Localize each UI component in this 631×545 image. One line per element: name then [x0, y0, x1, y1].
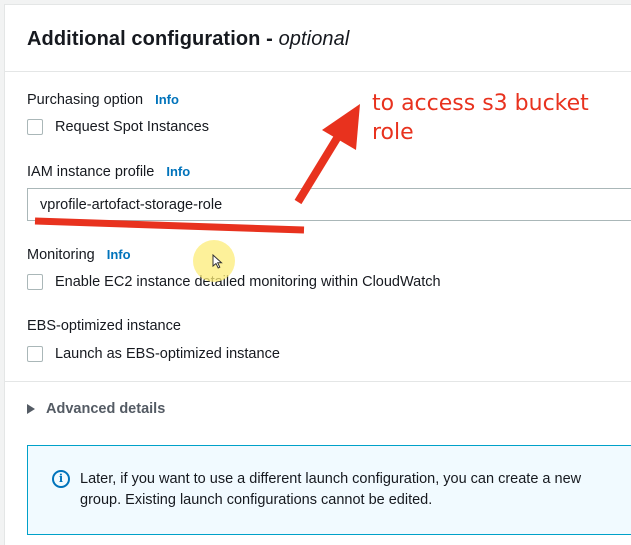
- request-spot-instances-label: Request Spot Instances: [55, 119, 209, 135]
- iam-instance-profile-label: IAM instance profile Info: [27, 164, 190, 180]
- request-spot-instances-checkbox[interactable]: [27, 119, 43, 135]
- section-divider: [5, 381, 631, 382]
- info-circle-icon: i: [52, 470, 70, 488]
- purchasing-option-label: Purchasing option Info: [27, 92, 179, 108]
- annotation-line-2: role: [372, 120, 414, 145]
- panel-title-optional: optional: [278, 28, 350, 50]
- info-alert-line-1: Later, if you want to use a different la…: [80, 471, 582, 487]
- info-alert-line-2: group. Existing launch configurations ca…: [80, 492, 433, 508]
- caret-right-icon: [27, 404, 35, 414]
- monitoring-label: Monitoring Info: [27, 247, 131, 263]
- detailed-monitoring-checkbox[interactable]: [27, 274, 43, 290]
- annotation-note: to access s3 bucket role: [372, 89, 589, 147]
- ebs-optimized-row[interactable]: Launch as EBS-optimized instance: [27, 346, 280, 362]
- purchasing-option-label-text: Purchasing option: [27, 92, 144, 108]
- purchasing-option-info-link[interactable]: Info: [155, 92, 179, 107]
- detailed-monitoring-row[interactable]: Enable EC2 instance detailed monitoring …: [27, 274, 441, 290]
- advanced-details-toggle[interactable]: Advanced details: [27, 401, 165, 417]
- panel-header: Additional configuration - optional: [5, 5, 631, 72]
- panel-title: Additional configuration - optional: [27, 28, 349, 50]
- iam-instance-profile-info-link[interactable]: Info: [166, 164, 190, 179]
- iam-instance-profile-input[interactable]: vprofile-artofact-storage-role: [27, 188, 631, 221]
- ebs-optimized-label-text: EBS-optimized instance: [27, 318, 181, 334]
- panel-title-main: Additional configuration: [27, 28, 261, 50]
- monitoring-label-text: Monitoring: [27, 247, 95, 263]
- ebs-optimized-label: EBS-optimized instance: [27, 318, 181, 334]
- advanced-details-label: Advanced details: [46, 401, 166, 417]
- ebs-optimized-checkbox[interactable]: [27, 346, 43, 362]
- mouse-pointer-icon: [212, 254, 223, 269]
- monitoring-info-link[interactable]: Info: [107, 247, 131, 262]
- request-spot-instances-row[interactable]: Request Spot Instances: [27, 119, 209, 135]
- info-alert-text: Later, if you want to use a different la…: [80, 469, 631, 511]
- panel-title-separator: -: [260, 28, 279, 50]
- iam-instance-profile-label-text: IAM instance profile: [27, 164, 155, 180]
- ebs-optimized-checkbox-label: Launch as EBS-optimized instance: [55, 346, 280, 362]
- annotation-line-1: to access s3 bucket: [372, 91, 589, 116]
- detailed-monitoring-label: Enable EC2 instance detailed monitoring …: [55, 274, 441, 290]
- info-alert: i Later, if you want to use a different …: [27, 445, 631, 535]
- additional-configuration-panel: Additional configuration - optional Purc…: [4, 4, 631, 545]
